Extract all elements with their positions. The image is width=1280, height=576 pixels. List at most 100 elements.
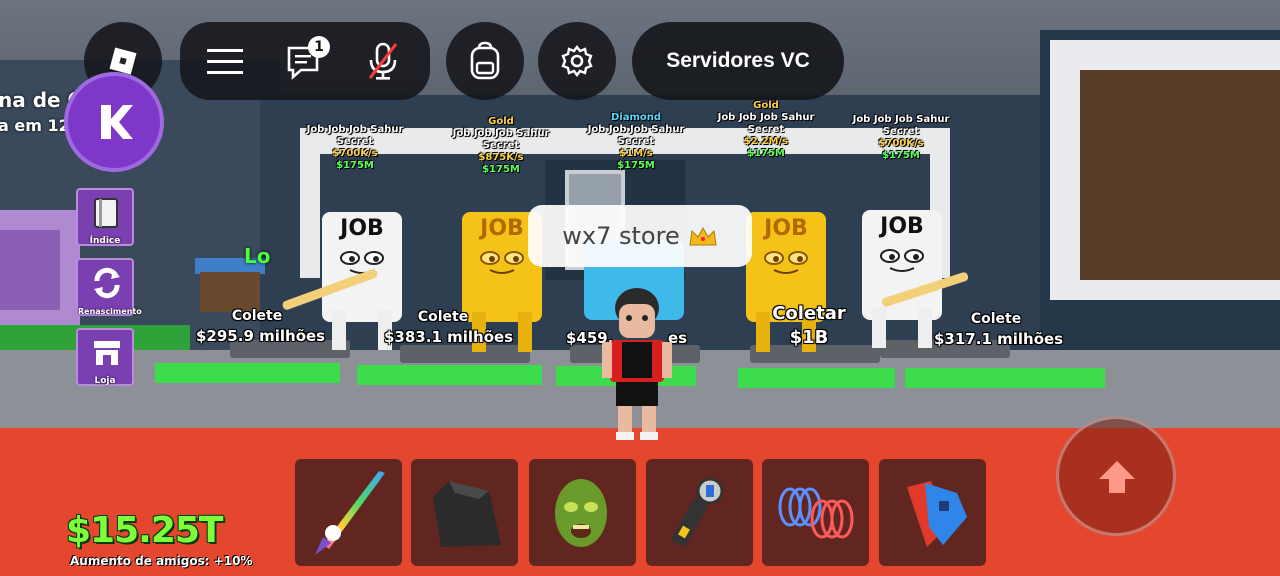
collect-label: es [668,328,698,348]
brainrot-face [340,251,384,274]
legs [872,308,932,348]
brainrot-name: Job Job Job Sahur [306,124,404,135]
job-tag: JOB [340,216,384,241]
hotbar-slot-1[interactable] [295,459,402,566]
legs [332,310,392,350]
window-panel [1080,70,1280,280]
collect-pad[interactable] [357,365,542,385]
tier-label: Secret [336,136,374,147]
rebirth-button[interactable]: Renascimento [76,258,142,316]
collect-amount: $383.1 milhões [384,328,514,346]
book-icon [94,198,118,228]
brainrot-name: Job Job Job Sahur [452,128,550,139]
store-name: wx7 store [562,222,680,250]
collect-amount: $295.9 milhões [196,327,326,345]
purple-base [0,230,60,310]
backpack-icon [470,41,500,80]
brainrot-white-2[interactable]: JOB [862,210,942,320]
money-display: $15.25T [66,510,223,551]
collect-title: Colete [970,311,1022,327]
friends-bonus: Aumento de amigos: +10% [70,554,253,568]
collect-label: Colete $383.1 milhões [384,307,514,347]
collect-pad[interactable] [738,368,895,388]
hotbar-slot-6[interactable] [879,459,986,566]
sign-line-2: a em 12 [0,116,70,135]
tier-label: Secret [882,126,920,137]
k-logo-icon [101,105,133,139]
collect-label: Coletar $1B [766,302,852,350]
income-rate: $875K/s [478,152,524,163]
overhead-label: Job Job Job Sahur Secret $700K/s $175M [305,124,405,172]
brainrot-name: Job Job Job Sahur [852,114,950,125]
collect-title: Colete [417,309,469,325]
brainrot-face [764,251,808,274]
tier-label: Secret [482,140,520,151]
shop-icon [94,341,120,365]
blue-red-cross-tool-icon [907,481,967,547]
microphone-muted-icon [368,42,398,80]
hotbar-slot-3[interactable] [529,459,636,566]
price-label: $175M [336,160,374,171]
settings-button[interactable] [538,22,616,100]
brainrot-name: Job Job Job Sahur [587,124,685,135]
income-rate: $2.2M/s [743,136,789,147]
income-rate: $700K/s [332,148,378,159]
brainrot-face [880,249,924,272]
green-zombie-mask-icon [555,479,607,547]
player-chat-bubble: wx7 store [528,205,752,267]
brainrot-white[interactable]: JOB [322,212,402,322]
overhead-label: Gold Job Job Job Sahur Secret $2.2M/s $1… [710,100,822,160]
hotbar-slot-4[interactable] [646,459,753,566]
crown-icon [689,226,717,246]
rarity-label: Gold [753,100,779,111]
hamburger-menu-button[interactable] [196,36,254,86]
job-tag: JOB [880,214,924,239]
overhead-label: Diamond Job Job Job Sahur Secret $1M/s $… [580,112,692,172]
jump-button[interactable] [1056,416,1176,536]
k-menu-button[interactable] [64,72,164,172]
price-label: $175M [617,160,655,171]
hotbar-slot-5[interactable] [762,459,869,566]
grapple-hook-icon [672,477,724,547]
collect-title: Coletar [772,303,846,324]
rainbow-unicorn-sword-icon [315,471,385,555]
rarity-label: Diamond [610,112,662,123]
brainrot-face [480,251,524,274]
collect-title: Colete [231,308,283,324]
collect-pad[interactable] [155,363,340,383]
income-rate: $1M/s [619,148,653,159]
tier-label: Secret [747,124,785,135]
rarity-label: Gold [488,116,514,127]
chat-button[interactable]: 1 [276,36,334,86]
tier-label: Secret [617,136,655,147]
shop-button[interactable]: Loja [76,328,134,386]
price-label: $175M [882,150,920,161]
income-rate: $700K/s [878,138,924,149]
voice-mute-button[interactable] [354,36,412,86]
vc-servers-button[interactable]: Servidores VC [632,22,844,100]
collect-amount: $317.1 milhões [934,330,1064,348]
spring-coils-icon [778,487,854,539]
price-label: $175M [747,148,785,159]
overhead-label: Gold Job Job Job Sahur Secret $875K/s $1… [446,116,556,176]
chat-badge: 1 [308,36,330,58]
hotbar-slot-2[interactable] [411,459,518,566]
rebirth-label: Renascimento [78,307,142,316]
brainrot-name: Job Job Job Sahur [717,112,815,123]
black-cape-icon [433,481,501,547]
collect-amount-tail: es [668,329,688,347]
sign-lo: Lo [244,244,271,268]
index-label: Índice [89,236,121,246]
shop-label: Loja [94,376,116,386]
collect-label: Colete $317.1 milhões [934,309,1064,349]
hamburger-icon [207,49,243,74]
collect-pad[interactable] [905,368,1105,388]
collect-amount: $1B [789,327,829,348]
index-button[interactable]: Índice [76,188,134,246]
gear-icon [561,45,593,77]
overhead-label: Job Job Job Sahur Secret $700K/s $175M [843,114,959,162]
job-tag: JOB [764,216,808,241]
price-label: $175M [482,164,520,175]
up-arrow-icon [1099,461,1135,493]
backpack-button[interactable] [446,22,524,100]
